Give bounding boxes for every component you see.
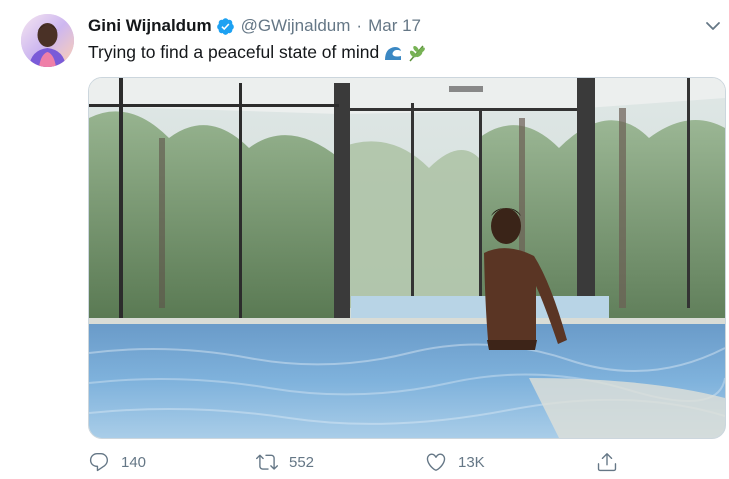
- tweet-card[interactable]: Gini Wijnaldum @GWijnaldum · Mar 17 Tryi…: [0, 0, 729, 479]
- tweet-photo[interactable]: [88, 77, 726, 439]
- retweet-count: 552: [289, 453, 315, 471]
- tweet-text-body: Trying to find a peaceful state of mind: [88, 42, 380, 62]
- share-icon: [597, 453, 617, 472]
- tweet-text: Trying to find a peaceful state of mind: [88, 42, 427, 63]
- share-button[interactable]: [596, 449, 629, 475]
- like-count: 13K: [458, 453, 485, 471]
- tweet-header: Gini Wijnaldum @GWijnaldum · Mar 17: [88, 15, 421, 37]
- verified-badge-icon: [216, 17, 235, 36]
- author-name[interactable]: Gini Wijnaldum: [88, 16, 212, 36]
- herb-emoji: [407, 43, 427, 63]
- like-icon: [426, 453, 446, 471]
- water-wave-emoji: [383, 43, 403, 63]
- retweet-icon: [256, 454, 278, 470]
- reply-count: 140: [121, 453, 147, 471]
- header-separator: ·: [356, 16, 363, 35]
- tweet-date[interactable]: Mar 17: [368, 16, 421, 36]
- reply-button[interactable]: 140: [88, 449, 146, 475]
- avatar[interactable]: [21, 14, 74, 67]
- reply-icon: [89, 453, 109, 472]
- like-button[interactable]: 13K: [425, 449, 485, 475]
- tweet-actions: 140 552 13K: [88, 449, 628, 475]
- chevron-down-icon[interactable]: [703, 16, 723, 36]
- retweet-button[interactable]: 552: [256, 449, 314, 475]
- author-handle[interactable]: @GWijnaldum: [241, 16, 351, 36]
